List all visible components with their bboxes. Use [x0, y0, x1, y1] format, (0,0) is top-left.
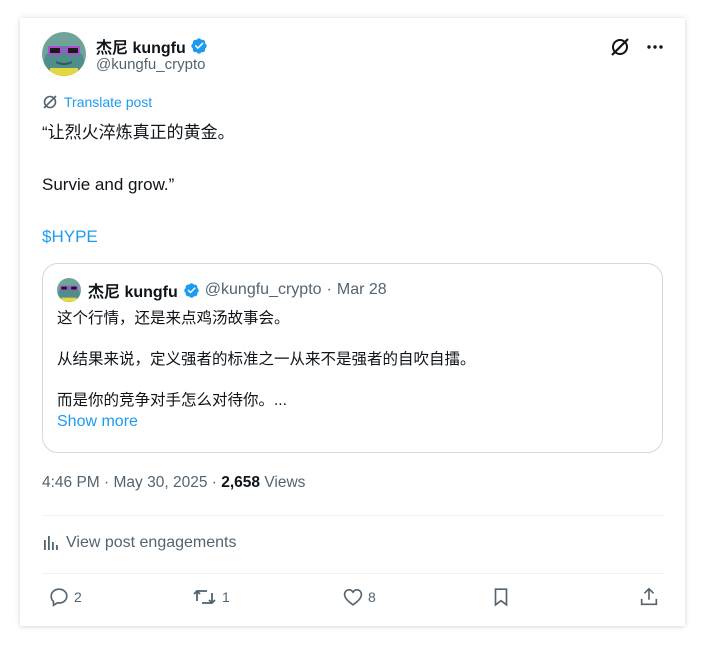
quoted-date: Mar 28	[336, 281, 387, 298]
view-engagements-link[interactable]: View post engagements	[42, 534, 236, 552]
header-actions	[609, 36, 665, 58]
cashtag-link[interactable]: $HYPE	[42, 224, 662, 250]
action-bar: 2 1 8	[42, 586, 665, 612]
translate-icon	[42, 94, 58, 110]
quoted-line-2: 从结果来说，定义强者的标准之一从来不是强者的自吹自擂。	[57, 351, 476, 368]
quoted-tweet-body: 这个行情，还是来点鸡汤故事会。 从结果来说，定义强者的标准之一从来不是强者的自吹…	[57, 308, 476, 432]
views-count: 2,658	[221, 474, 261, 491]
like-icon	[342, 586, 364, 608]
grok-icon[interactable]	[609, 36, 631, 58]
repost-icon	[192, 586, 218, 608]
verified-badge-icon	[190, 37, 208, 55]
tweet-time[interactable]: 4:46 PM	[42, 474, 100, 491]
translate-label[interactable]: Translate post	[64, 94, 152, 110]
share-button[interactable]	[638, 586, 660, 608]
like-button[interactable]: 8	[342, 586, 376, 608]
translate-post-link[interactable]: Translate post	[42, 94, 152, 110]
bookmark-button[interactable]	[490, 586, 512, 608]
author-avatar[interactable]	[42, 32, 86, 76]
tweet-date[interactable]: May 30, 2025	[114, 474, 208, 491]
author-name[interactable]: 杰尼 kungfu	[96, 34, 186, 58]
quoted-tweet-header: 杰尼 kungfu @kungfu_crypto · Mar 28	[57, 278, 387, 302]
quoted-line-1: 这个行情，还是来点鸡汤故事会。	[57, 310, 290, 327]
analytics-icon	[42, 534, 60, 552]
reply-button[interactable]: 2	[48, 586, 82, 608]
meta-separator: ·	[99, 474, 114, 491]
verified-badge-icon	[183, 282, 200, 299]
share-icon	[638, 586, 660, 608]
quoted-author-name: 杰尼 kungfu	[88, 284, 178, 301]
show-more-link[interactable]: Show more	[57, 411, 476, 432]
tweet-header: 杰尼 kungfu @kungfu_crypto	[42, 32, 665, 78]
tweet-card: 杰尼 kungfu @kungfu_crypto Translate post …	[20, 18, 685, 626]
tweet-meta: 4:46 PM · May 30, 2025 · 2,658 Views	[42, 474, 305, 492]
quoted-line-3: 而是你的竞争对手怎么对待你。...	[57, 392, 287, 409]
quoted-tweet[interactable]: 杰尼 kungfu @kungfu_crypto · Mar 28 这个行情，还…	[42, 263, 663, 453]
reply-icon	[48, 586, 70, 608]
like-count: 8	[368, 589, 376, 605]
divider	[42, 573, 665, 574]
tweet-line-1: “让烈火淬炼真正的黄金。	[42, 123, 235, 142]
author-name-row[interactable]: 杰尼 kungfu	[96, 34, 208, 58]
views-label: Views	[260, 474, 306, 491]
bookmark-icon	[490, 586, 512, 608]
meta-separator: ·	[207, 474, 222, 491]
tweet-text: “让烈火淬炼真正的黄金。 Survie and grow.” $HYPE	[42, 120, 662, 250]
divider	[42, 515, 665, 516]
tweet-line-2: Survie and grow.”	[42, 175, 175, 194]
quoted-author-handle: @kungfu_crypto	[204, 281, 322, 298]
quoted-separator: ·	[326, 281, 332, 298]
more-icon[interactable]	[645, 37, 665, 57]
quoted-author-avatar	[57, 278, 81, 302]
repost-count: 1	[222, 589, 230, 605]
repost-button[interactable]: 1	[192, 586, 230, 608]
author-handle[interactable]: @kungfu_crypto	[96, 56, 205, 73]
engagements-label[interactable]: View post engagements	[66, 534, 236, 552]
reply-count: 2	[74, 589, 82, 605]
